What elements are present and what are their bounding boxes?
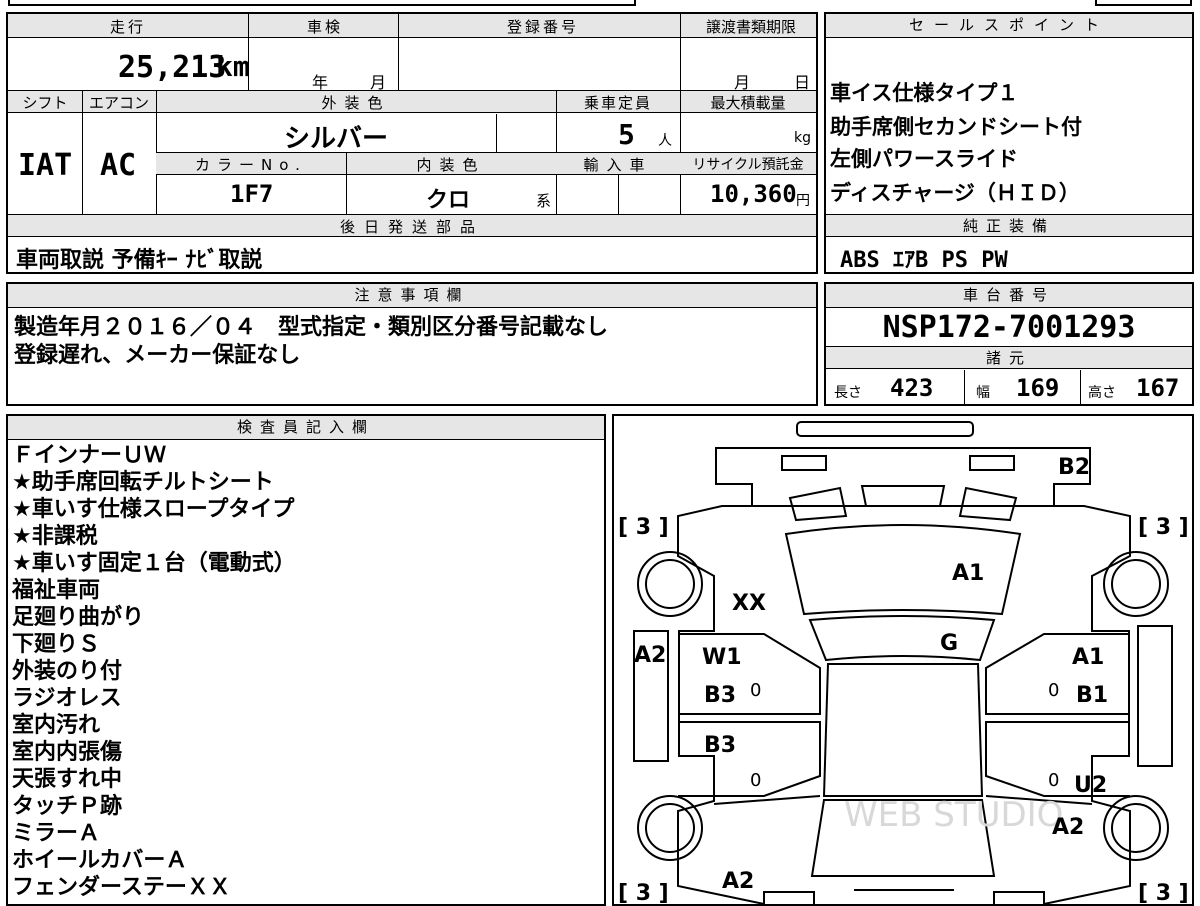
- damage-mark: B1: [1076, 683, 1108, 708]
- watermark: WEB STUDIO: [844, 795, 1063, 835]
- damage-mark: A1: [952, 561, 984, 586]
- notes-line: 製造年月２０１６／０４ 型式指定・類別区分番号記載なし: [14, 315, 609, 340]
- zero-mark: 0: [750, 680, 761, 701]
- damage-mark: W1: [702, 645, 742, 670]
- inspector-line: ★車いす仕様スロープタイプ: [12, 497, 295, 522]
- notes-label: 注意事項欄: [8, 284, 816, 308]
- damage-mark: B3: [704, 733, 736, 758]
- capacity-label: 乗車定員: [583, 94, 652, 112]
- inspector-line: ホイールカバーＡ: [12, 848, 188, 873]
- shift-label: シフト: [22, 94, 68, 112]
- damage-mark: B2: [1058, 455, 1090, 480]
- sales-point-item: ディスチャージ（ＨＩＤ）: [830, 181, 1080, 205]
- tire-rear-right-label: [ 3 ]: [1138, 881, 1189, 904]
- inspector-line: 福祉車両: [12, 578, 101, 603]
- damage-mark: XX: [732, 591, 766, 616]
- inspector-line: 下廻りＳ: [12, 632, 101, 657]
- width-value: 169: [1016, 374, 1060, 402]
- top-strip-right: [1095, 0, 1192, 6]
- genuine-equipment-label: 純正装備: [826, 215, 1192, 237]
- ac-label: エアコン: [88, 94, 149, 112]
- interior-color-label: 内装色: [416, 156, 486, 174]
- inspector-line: 天張すれ中: [12, 767, 123, 792]
- damage-mark: A1: [1072, 645, 1104, 670]
- specs-label: 諸元: [826, 347, 1192, 369]
- genuine-equipment-value: ABS ｴｱB PS PW: [840, 248, 1008, 273]
- sales-point-item: 左側パワースライド: [830, 147, 1018, 171]
- exterior-color-value: シルバー: [284, 124, 389, 154]
- later-parts-value: 車両取説 予備ｷｰ ﾅﾋﾞ取説: [16, 248, 263, 273]
- top-strip: [8, 0, 636, 6]
- max-load-unit: kg: [794, 130, 811, 146]
- inspector-line: 室内汚れ: [12, 713, 101, 738]
- damage-mark: G: [940, 631, 958, 656]
- inspector-line: 室内内張傷: [12, 740, 123, 765]
- color-no-label: カラーNo.: [195, 156, 307, 174]
- sales-point-item: 車イス仕様タイプ１: [830, 81, 1019, 105]
- recycle-unit: 円: [796, 193, 810, 209]
- shift-value: IAT: [18, 148, 73, 183]
- sales-point-item: 助手席側セカンドシート付: [830, 115, 1082, 139]
- recycle-value: 10,360: [710, 180, 797, 208]
- zero-mark: 0: [1048, 770, 1059, 791]
- sales-points-label: セールスポイント: [826, 14, 1192, 38]
- transfer-deadline-label: 譲渡書類期限: [705, 18, 796, 36]
- damage-mark: A2: [722, 869, 754, 894]
- import-label: 輸入車: [583, 156, 653, 174]
- inspector-label: 検査員記入欄: [8, 416, 604, 440]
- height-value: 167: [1136, 374, 1180, 402]
- interior-color-suffix: 系: [536, 192, 552, 210]
- exterior-color-label: 外装色: [321, 94, 391, 112]
- height-label: 高さ: [1088, 385, 1116, 401]
- damage-mark: U2: [1074, 773, 1107, 798]
- damage-diagram-box: WEB STUDIO [ 3 ] [ 3 ] [ 3 ] [ 3 ] B2 A1…: [612, 414, 1194, 906]
- inspector-line: 外装のり付: [12, 659, 123, 684]
- recycle-label: リサイクル預託金: [692, 157, 804, 173]
- damage-mark: B3: [704, 683, 736, 708]
- inspector-line: ラジオレス: [12, 686, 122, 711]
- vehicle-info-table: 走行 車検 登録番号 譲渡書類期限 25,213 km 年 月 月 日 シフト …: [6, 12, 818, 274]
- inspector-line: 足廻り曲がり: [12, 605, 145, 630]
- length-label: 長さ: [834, 385, 862, 401]
- mileage-label: 走行: [109, 18, 146, 36]
- damage-mark: A2: [1052, 815, 1084, 840]
- later-parts-label: 後日発送部品: [339, 218, 484, 236]
- color-no-value: 1F7: [230, 180, 274, 208]
- zero-mark: 0: [750, 770, 761, 791]
- inspector-line: ミラーＡ: [12, 821, 101, 846]
- inspector-lines: ＦインナーＵＷ ★助手席回転チルトシート ★車いす仕様スロープタイプ ★非課税 …: [12, 442, 296, 901]
- tire-rear-left-label: [ 3 ]: [618, 881, 669, 904]
- max-load-label: 最大積載量: [710, 94, 786, 112]
- sales-points-box: セールスポイント 車イス仕様タイプ１ 助手席側セカンドシート付 左側パワースライ…: [824, 12, 1194, 274]
- capacity-value: 5: [618, 118, 635, 151]
- zero-mark: 0: [1048, 680, 1059, 701]
- inspector-line: フェンダーステーＸＸ: [12, 875, 231, 900]
- inspector-line: タッチＰ跡: [12, 794, 123, 819]
- inspector-box: 検査員記入欄 ＦインナーＵＷ ★助手席回転チルトシート ★車いす仕様スロープタイ…: [6, 414, 606, 906]
- damage-mark: A2: [634, 643, 666, 668]
- chassis-box: 車台番号 NSP172-7001293 諸元 長さ 423 幅 169 高さ 1…: [824, 282, 1194, 406]
- inspector-line: ★助手席回転チルトシート: [12, 470, 274, 495]
- ac-value: AC: [100, 148, 137, 183]
- chassis-number: NSP172-7001293: [882, 310, 1136, 345]
- inspector-line: ★車いす固定１台（電動式）: [12, 551, 296, 576]
- width-label: 幅: [976, 385, 990, 401]
- tire-front-left-label: [ 3 ]: [618, 515, 669, 540]
- inspector-line: ★非課税: [12, 524, 98, 549]
- inspection-label: 車検: [306, 18, 343, 36]
- mileage-unit: km: [216, 50, 250, 83]
- notes-box: 注意事項欄 製造年月２０１６／０４ 型式指定・類別区分番号記載なし 登録遅れ、メ…: [6, 282, 818, 406]
- car-diagram: WEB STUDIO [ 3 ] [ 3 ] [ 3 ] [ 3 ] B2 A1…: [618, 421, 1189, 904]
- length-value: 423: [890, 374, 934, 402]
- capacity-unit: 人: [658, 133, 672, 149]
- mileage-value: 25,213: [118, 50, 227, 85]
- notes-line: 登録遅れ、メーカー保証なし: [14, 343, 301, 368]
- inspector-line: ＦインナーＵＷ: [12, 443, 167, 468]
- tire-front-right-label: [ 3 ]: [1138, 515, 1189, 540]
- registration-label: 登録番号: [506, 18, 579, 36]
- chassis-label: 車台番号: [826, 284, 1192, 308]
- interior-color-value: クロ: [426, 188, 471, 213]
